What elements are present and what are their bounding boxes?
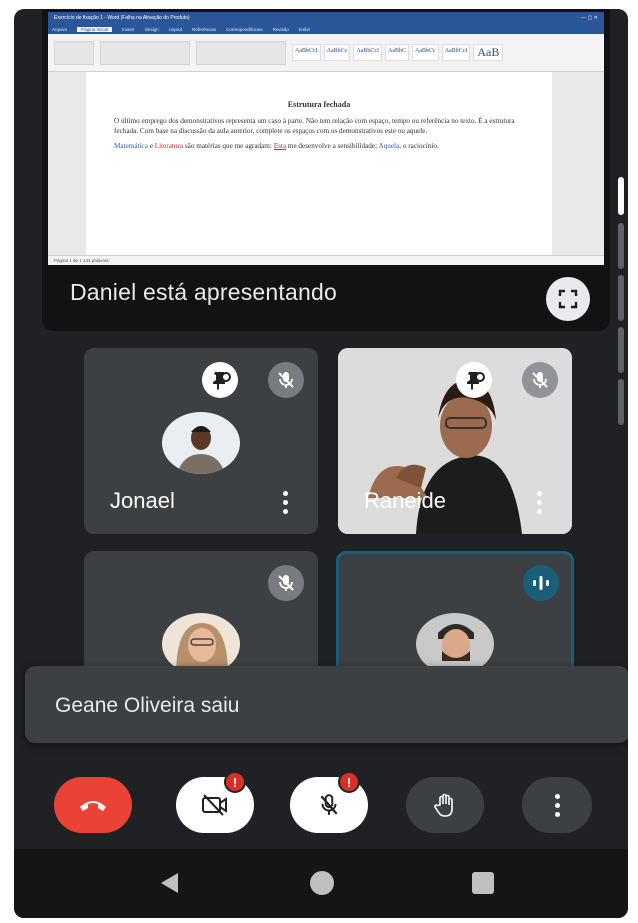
participant-tile-raneide[interactable]: Raneide [338, 348, 572, 534]
document-heading: Estrutura fechada [287, 100, 351, 109]
style-swatch: AaBbCcI [292, 44, 321, 61]
home-icon[interactable] [310, 871, 334, 895]
avatar [162, 412, 240, 474]
document-paragraph-2: Matemática e Literatura são matérias que… [114, 142, 439, 151]
more-vert-icon [554, 793, 560, 817]
clipboard-group [54, 40, 94, 65]
word-tab: Correspondências [226, 26, 263, 32]
fullscreen-button[interactable] [546, 277, 590, 321]
word-status-bar: Página 1 de 1 141 palavras [48, 255, 604, 265]
font-group [100, 40, 190, 65]
participant-name: Jonael [110, 488, 175, 513]
word-tab: Inserir [122, 26, 135, 32]
mic-off-icon [268, 565, 304, 601]
document-page: Estrutura fechada O último emprego dos d… [86, 72, 552, 255]
android-nav-bar [14, 849, 628, 918]
pin-icon[interactable] [456, 362, 492, 398]
style-swatch: AaBbCc [412, 44, 439, 61]
styles-gallery: AaBbCcI AaBbCc AaBbCcI AaBbC AaBbCc AaBb… [292, 44, 504, 61]
style-swatch: AaBbCcI [353, 44, 383, 61]
shared-word-document: Exercício de fixação 1 - Word (Falha na … [48, 12, 604, 265]
more-options-icon[interactable] [537, 491, 542, 514]
paragraph-group [196, 40, 286, 65]
word-tab: Referências [192, 26, 217, 32]
word-ribbon: AaBbCcI AaBbCc AaBbCcI AaBbC AaBbCc AaBb… [48, 34, 604, 72]
word-window-title: Exercício de fixação 1 - Word (Falha na … [54, 15, 190, 21]
participant-tile-4-speaking[interactable] [336, 551, 574, 681]
hang-up-icon [80, 801, 106, 811]
word-tab: Design [144, 26, 159, 32]
participant-name: Raneide [364, 488, 446, 513]
back-icon[interactable] [158, 871, 180, 895]
style-swatch: AaBbCc [323, 44, 351, 61]
alert-badge: ! [224, 771, 246, 793]
call-controls: ! ! [14, 769, 628, 839]
more-options-icon[interactable] [283, 491, 288, 514]
style-swatch: AaB [473, 44, 504, 61]
participant-tile-3[interactable] [84, 551, 318, 681]
window-controls-icon: — ▢ ✕ [581, 15, 598, 21]
left-call-toast: Geane Oliveira saiu [25, 666, 628, 743]
hang-up-button[interactable] [54, 777, 132, 833]
alert-badge: ! [338, 771, 360, 793]
word-tab: Exibir [298, 26, 311, 32]
pin-icon[interactable] [202, 362, 238, 398]
mic-off-icon [268, 362, 304, 398]
camera-toggle-button[interactable]: ! [176, 771, 254, 833]
mic-toggle-button[interactable]: ! [290, 771, 368, 833]
document-area: Estrutura fechada O último emprego dos d… [48, 72, 604, 255]
presentation-view[interactable]: Exercício de fixação 1 - Word (Falha na … [42, 9, 610, 331]
fullscreen-icon [558, 289, 578, 309]
style-swatch: AaBbCcI [441, 44, 471, 61]
word-tab: Revisão [272, 26, 289, 32]
raise-hand-button[interactable] [406, 777, 484, 833]
document-paragraph: O último emprego dos demonstrativos repr… [114, 117, 515, 135]
camera-off-icon [202, 794, 227, 816]
participant-tile-jonael[interactable]: Jonael [84, 348, 318, 534]
word-tab-active: Página Inicial [77, 26, 113, 32]
style-swatch: AaBbC [385, 44, 410, 61]
word-title-bar: Exercício de fixação 1 - Word (Falha na … [48, 12, 604, 24]
word-tab: Arquivo [52, 26, 68, 32]
meet-call-screen: Exercício de fixação 1 - Word (Falha na … [14, 9, 628, 918]
mic-off-icon [320, 794, 338, 815]
mic-off-icon [522, 362, 558, 398]
recents-icon[interactable] [472, 872, 494, 894]
word-ribbon-tabs: Arquivo Página Inicial Inserir Design La… [48, 24, 604, 34]
hand-icon [434, 793, 453, 817]
speaking-icon [523, 565, 559, 601]
word-tab: Layout [168, 26, 183, 32]
more-options-button[interactable] [522, 777, 592, 833]
presenter-label: Daniel está apresentando [70, 279, 337, 305]
scroll-indicator[interactable] [618, 177, 624, 477]
